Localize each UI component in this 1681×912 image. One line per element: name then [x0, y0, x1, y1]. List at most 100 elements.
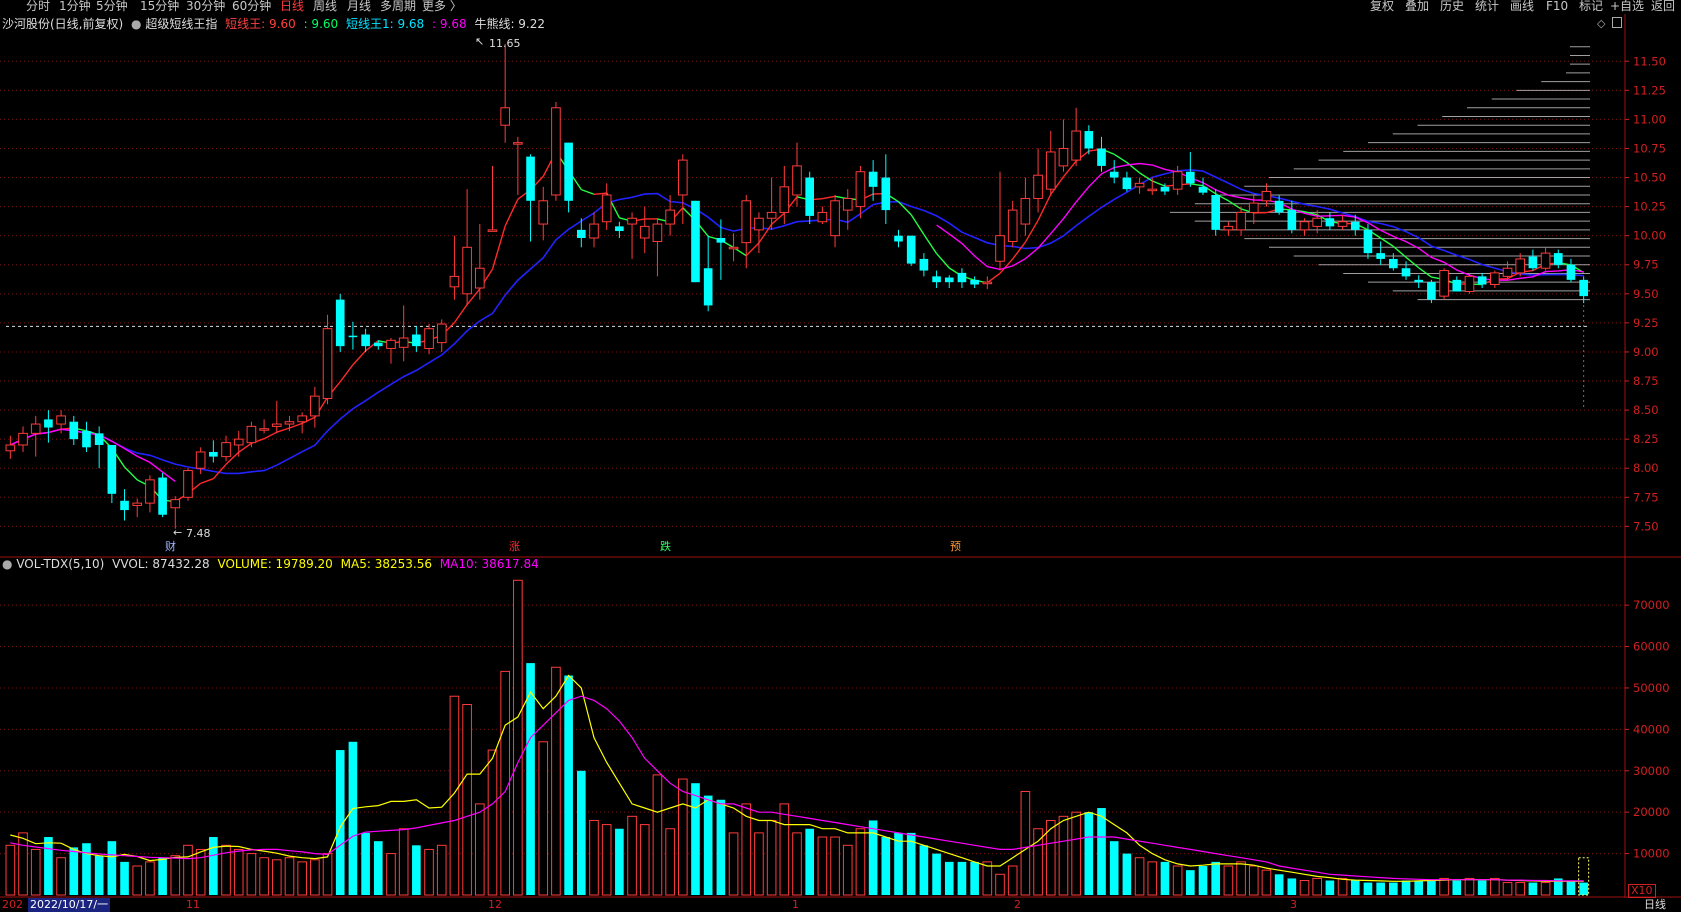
candle-body	[1376, 253, 1385, 259]
candle-body	[183, 470, 193, 498]
candle-body	[1528, 256, 1538, 269]
candle-body	[1223, 225, 1234, 231]
volume-bar	[1452, 880, 1462, 895]
candle	[1515, 253, 1526, 277]
candle-body	[361, 334, 370, 347]
candle	[221, 435, 231, 462]
candle	[639, 206, 650, 254]
volume-bar	[158, 857, 167, 895]
candle	[183, 468, 193, 501]
volume-tick-label: 60000	[1633, 640, 1670, 654]
candle	[69, 415, 79, 445]
candle-body	[665, 209, 675, 225]
volume-bar	[246, 853, 257, 896]
volume-bar	[779, 803, 790, 896]
volume-multiplier: X10	[1628, 884, 1656, 898]
volume-bar	[615, 828, 624, 895]
volume-bar	[665, 828, 675, 896]
candle-body	[741, 200, 752, 244]
candle	[209, 440, 218, 463]
volume-bar	[970, 861, 979, 895]
volume-bar	[373, 841, 383, 895]
volume-bar	[1071, 811, 1081, 896]
candle	[538, 186, 549, 241]
candle	[817, 206, 828, 225]
candle-body	[1363, 229, 1373, 254]
candle-body	[18, 432, 28, 446]
price-tick-label: 11.25	[1633, 83, 1666, 97]
volume-bar	[1020, 790, 1031, 896]
volume-bar	[1261, 869, 1272, 896]
volume-bar	[677, 778, 688, 896]
ma-short-segment	[1418, 267, 1432, 278]
candle-body	[1172, 171, 1183, 190]
volume-bar	[842, 844, 853, 896]
price-tick-label: 7.50	[1633, 519, 1659, 533]
candle-body	[1020, 197, 1031, 225]
volume-bar	[1160, 861, 1170, 895]
volume-bar	[1350, 880, 1360, 895]
candle-body	[881, 177, 891, 211]
volume-axis: 70000 60000 50000 40000 30000 20000 10000	[1625, 598, 1670, 861]
event-mark-fall[interactable]: 跌	[660, 541, 671, 553]
price-tick-label: 8.00	[1633, 461, 1659, 475]
event-mark-forecast[interactable]: 预	[950, 541, 961, 553]
volume-bar	[944, 861, 954, 895]
volume-bar	[1325, 880, 1335, 895]
volume-bar	[1236, 861, 1246, 896]
volume-bar	[170, 855, 181, 896]
candle-body	[1477, 276, 1487, 285]
candle	[322, 314, 333, 405]
candle-body	[322, 328, 333, 399]
candle-body	[145, 479, 155, 504]
volume-bar	[1439, 877, 1449, 896]
candle	[145, 475, 155, 513]
candle	[754, 212, 764, 254]
price-tick-label: 9.25	[1633, 316, 1659, 330]
candle	[1566, 258, 1576, 283]
candle	[652, 218, 663, 277]
event-mark-finance[interactable]: 财	[165, 541, 176, 553]
low-arrow-icon: ←	[173, 526, 183, 539]
candle-body	[5, 444, 16, 452]
volume-bar	[855, 828, 866, 896]
candle-body	[957, 272, 967, 283]
candle-body	[132, 502, 143, 506]
price-tick-label: 7.75	[1633, 490, 1659, 504]
candle-body	[195, 451, 206, 469]
volume-bar	[386, 853, 396, 896]
candle	[1211, 189, 1221, 236]
volume-bar	[297, 861, 307, 896]
volume-tick-label: 50000	[1633, 681, 1670, 695]
candle-body	[462, 246, 472, 295]
candle	[1097, 136, 1106, 172]
candle	[1122, 171, 1132, 192]
candle	[1528, 249, 1538, 271]
candle	[386, 338, 396, 364]
event-mark-rise[interactable]: 涨	[509, 541, 520, 553]
kline-chart[interactable]: 11.50 11.25 11.00 10.75 10.50 10.25 10.00 9.75 9…	[0, 0, 1681, 912]
volume-bar	[1427, 880, 1436, 895]
candle	[398, 305, 409, 362]
month-label: 12	[488, 898, 502, 911]
candle	[513, 136, 523, 195]
volume-bar	[1515, 882, 1526, 896]
volume-bar	[1477, 880, 1487, 895]
ma-short-segment	[504, 198, 519, 227]
candle-body	[627, 217, 637, 225]
ma-short-segment	[581, 188, 595, 195]
candle	[1376, 241, 1385, 265]
candle-body	[120, 500, 129, 511]
candle	[1020, 177, 1031, 236]
volume-bar	[271, 859, 282, 896]
candle	[1490, 270, 1500, 288]
volume-bar	[18, 832, 28, 896]
ma-short-segment	[745, 242, 760, 257]
candle-body	[1389, 258, 1398, 269]
candle	[944, 275, 954, 288]
candle	[1109, 160, 1119, 184]
candle	[1071, 107, 1081, 166]
candle	[1007, 200, 1018, 248]
candle	[246, 421, 257, 448]
candle	[842, 189, 853, 230]
